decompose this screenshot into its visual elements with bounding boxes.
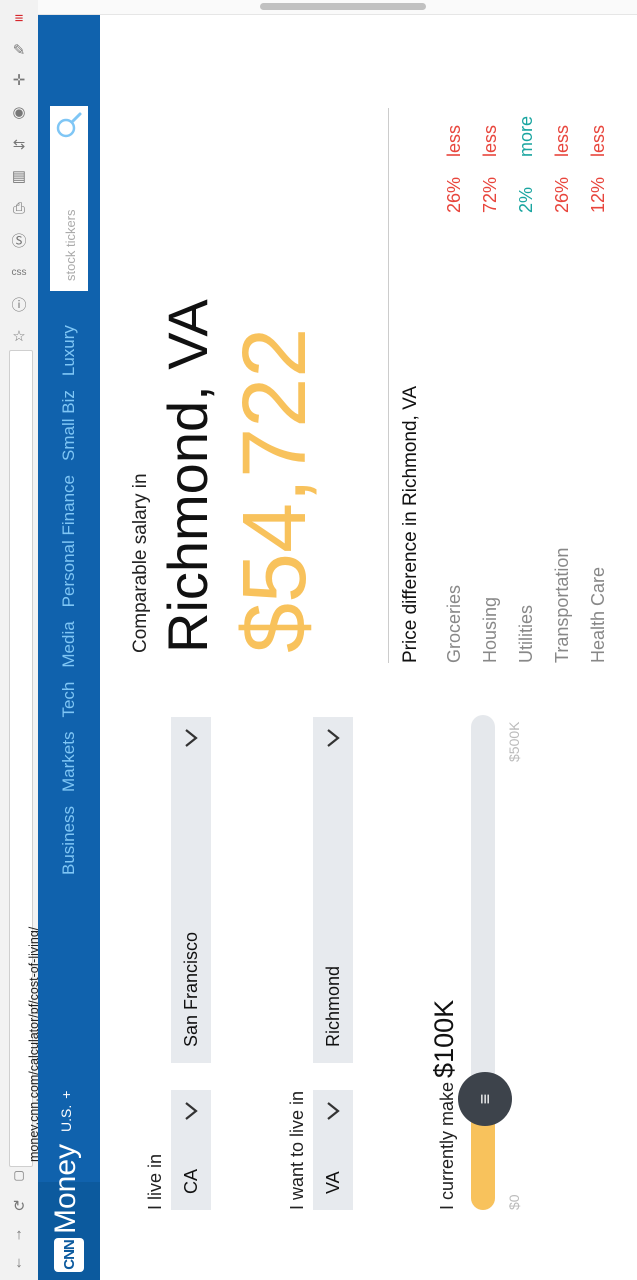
nav-personal-finance[interactable]: Personal Finance [59,475,79,607]
want-state-select[interactable]: VA [313,1090,353,1210]
slider-max-label: $500K [506,721,522,762]
category-label: Utilities [516,604,536,663]
live-state-select[interactable]: CA [171,1090,211,1210]
nav-luxury[interactable]: Luxury [59,325,79,376]
percent-value: 72% [480,176,500,213]
share-icon[interactable]: ⇆ [9,134,29,154]
search-box [50,106,88,291]
direction-label: less [480,124,500,157]
horizontal-scrollbar[interactable] [38,0,637,15]
reload-icon[interactable]: ↻ [9,1196,29,1216]
grip-icon: ≡ [474,1093,495,1105]
page-icon: ▢ [13,1168,25,1182]
comparable-label: Comparable salary in [130,473,151,653]
percent-value: 26% [552,176,572,213]
want-label: I want to live in [287,1090,307,1210]
chevron-down-icon [185,729,198,747]
result-city: Richmond, VA [156,299,219,653]
category-label: Housing [480,596,500,663]
income-slider[interactable] [471,715,495,1210]
brand-name[interactable]: Money [49,1144,83,1234]
price-diff-label: Price difference in Richmond, VA [400,385,421,663]
forward-icon[interactable]: ↑ [9,1224,29,1244]
want-state-value: VA [323,1171,343,1194]
page-content: CNN Money U.S. + Business Markets Tech Me… [38,15,637,1280]
percent-value: 12% [588,176,608,213]
live-city-value: San Francisco [181,931,201,1047]
income-value: $100K [429,999,459,1078]
plus-icon: + [58,1090,74,1099]
s-icon[interactable]: Ⓢ [9,230,29,250]
percent-value: 2% [516,186,536,213]
css-icon[interactable]: css [9,262,29,282]
search-input[interactable] [56,144,84,283]
logo[interactable]: CNN Money [38,1144,100,1280]
income-label: I currently make $100K [429,1000,460,1210]
nav-small-biz[interactable]: Small Biz [59,390,79,461]
print-icon[interactable]: ⎙ [9,198,29,218]
bookmark-star-icon[interactable]: ☆ [9,326,29,346]
menu-icon[interactable]: ≡ [9,8,29,28]
scrollbar-thumb[interactable] [260,3,426,10]
price-row: Health Care 12% less [580,103,616,663]
edition-label: U.S. [58,1104,74,1132]
chevron-down-icon [327,1102,340,1120]
divider [388,108,389,663]
nav-business[interactable]: Business [59,806,79,875]
direction-label: less [588,124,608,157]
live-state-value: CA [181,1168,201,1194]
comparable-salary: $54,722 [225,327,325,653]
percent-value: 26% [444,176,464,213]
direction-label: less [552,124,572,157]
price-row: Transportation 26% less [544,103,580,663]
live-city-select[interactable]: San Francisco [171,717,211,1063]
income-label-text: I currently make [437,1081,457,1210]
price-row: Utilities 2% more [508,103,544,663]
dns-icon[interactable]: ▤ [9,166,29,186]
main-nav: Business Markets Tech Media Personal Fin… [59,325,79,875]
site-header: CNN Money U.S. + Business Markets Tech Me… [38,15,100,1280]
chevron-down-icon [327,729,340,747]
nav-markets[interactable]: Markets [59,732,79,792]
price-row: Groceries 26% less [436,103,472,663]
live-label: I live in [145,1153,165,1210]
category-label: Groceries [444,584,464,663]
category-label: Transportation [552,547,572,663]
nav-media[interactable]: Media [59,621,79,667]
slider-min-label: $0 [506,1194,522,1210]
back-icon[interactable]: ↓ [9,1252,29,1272]
nav-tech[interactable]: Tech [59,682,79,718]
price-row: Housing 72% less [472,103,508,663]
direction-label: less [444,124,464,157]
edition-selector[interactable]: U.S. + [58,1091,74,1132]
edit-icon[interactable]: ✎ [9,40,29,60]
want-city-select[interactable]: Richmond [313,717,353,1063]
resize-icon[interactable]: ✛ [9,70,29,90]
slider-handle[interactable]: ≡ [458,1072,512,1126]
category-label: Health Care [588,566,608,663]
cnn-logo[interactable]: CNN [54,1238,84,1272]
want-city-value: Richmond [323,965,343,1047]
camera-icon[interactable]: ◉ [9,102,29,122]
chevron-down-icon [185,1102,198,1120]
search-icon[interactable] [55,111,83,139]
direction-label: more [516,115,536,157]
info-icon[interactable]: ⓘ [9,294,29,314]
